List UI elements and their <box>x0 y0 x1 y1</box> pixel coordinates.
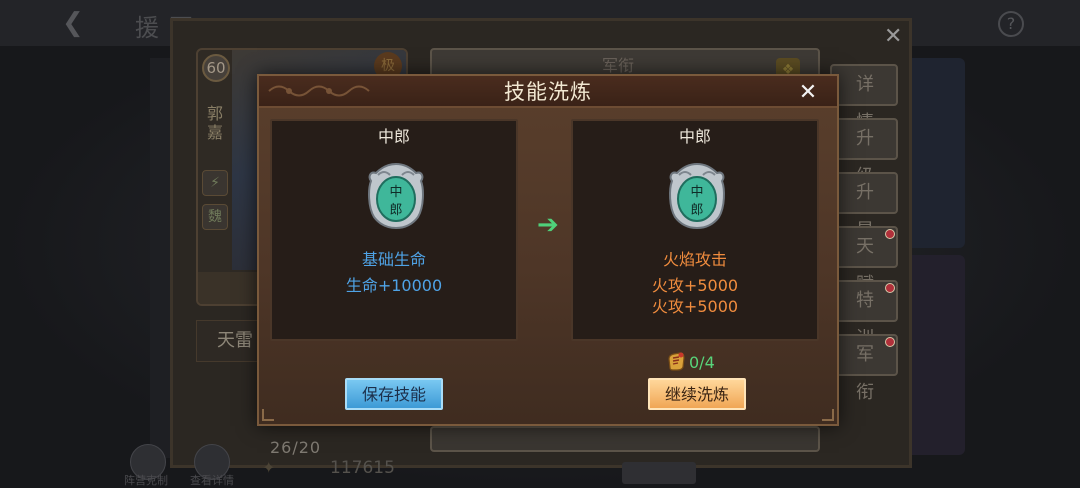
svg-text:郎: 郎 <box>389 203 402 218</box>
hero-level: 60 <box>202 54 230 82</box>
corner-ornament <box>822 409 834 421</box>
current-skill-panel: 中郎 中 郎 基础生命 生命+10000 <box>270 119 518 341</box>
continue-refine-button[interactable]: 继续洗炼 <box>648 378 746 410</box>
svg-text:中: 中 <box>690 185 703 200</box>
right-side-card-lower <box>905 255 965 455</box>
help-button[interactable]: ? <box>998 11 1024 37</box>
refine-cost: 0/4 <box>689 353 715 372</box>
skill-name: 中郎 <box>377 127 410 146</box>
stat-title: 基础生命 <box>361 250 426 269</box>
frame-bottom <box>430 426 820 452</box>
game-screen: ❮ 援军 ? ✕ 60 郭嘉 ⚡ 魏 极 战 天雷 军衔 ❖ 详情 升级 升星 … <box>0 0 1080 488</box>
notification-dot <box>885 229 895 239</box>
svg-text:郎: 郎 <box>690 203 703 218</box>
bottom-chip <box>622 462 696 484</box>
hero-name: 郭嘉 <box>206 104 223 142</box>
skill-emblem-icon: 中 郎 <box>368 162 424 230</box>
corner-ornament <box>262 409 274 421</box>
notification-dot <box>885 283 895 293</box>
arrow-right-icon: ➔ <box>537 210 559 240</box>
power-label-icon: ✦ <box>262 458 276 477</box>
faction-icon: 魏 <box>202 204 228 230</box>
skill-name: 中郎 <box>678 127 711 146</box>
rank-frame-label: 军衔 <box>602 56 635 75</box>
dialog-title: 技能洗炼 <box>504 80 592 104</box>
talent-button[interactable]: 天赋 <box>830 226 898 295</box>
panel-close-icon[interactable]: ✕ <box>884 26 902 48</box>
detail-button[interactable]: 详情 <box>830 64 898 133</box>
refined-skill-panel: 中郎 中 郎 火焰攻击 火攻+5000 火攻+5000 <box>571 119 819 341</box>
stat-line: 火攻+5000 <box>651 276 739 295</box>
bottom-label: 查看详情 <box>190 474 234 487</box>
training-button[interactable]: 特训 <box>830 280 898 349</box>
skill-refine-dialog: 技能洗炼 ✕ 中郎 中 郎 基础生命 生命+10000 ➔ 中郎 中 郎 火焰攻… <box>257 74 839 426</box>
bottom-label: 阵营克制 <box>124 474 168 487</box>
stat-line: 火攻+5000 <box>651 297 739 316</box>
refine-token-icon <box>668 352 685 371</box>
notification-dot <box>885 337 895 347</box>
dialog-header: 技能洗炼 ✕ <box>259 76 837 108</box>
stat-line: 生命+10000 <box>345 276 443 295</box>
back-arrow-icon[interactable]: ❮ <box>62 10 92 36</box>
save-skill-button[interactable]: 保存技能 <box>345 378 443 410</box>
rank-button[interactable]: 军衔 <box>830 334 898 403</box>
close-icon[interactable]: ✕ <box>795 80 821 106</box>
svg-text:中: 中 <box>389 185 402 200</box>
upgrade-button[interactable]: 升级 <box>830 118 898 187</box>
power-value: 117615 <box>330 458 395 478</box>
left-side-panel <box>150 58 172 458</box>
stat-title: 火焰攻击 <box>662 250 727 269</box>
star-up-button[interactable]: 升星 <box>830 172 898 241</box>
skill-emblem-icon: 中 郎 <box>669 162 725 230</box>
lightning-icon: ⚡ <box>202 170 228 196</box>
right-side-card <box>905 58 965 248</box>
fragment-count: 26/20 <box>270 438 322 457</box>
side-button-label: 军衔 <box>856 344 882 403</box>
